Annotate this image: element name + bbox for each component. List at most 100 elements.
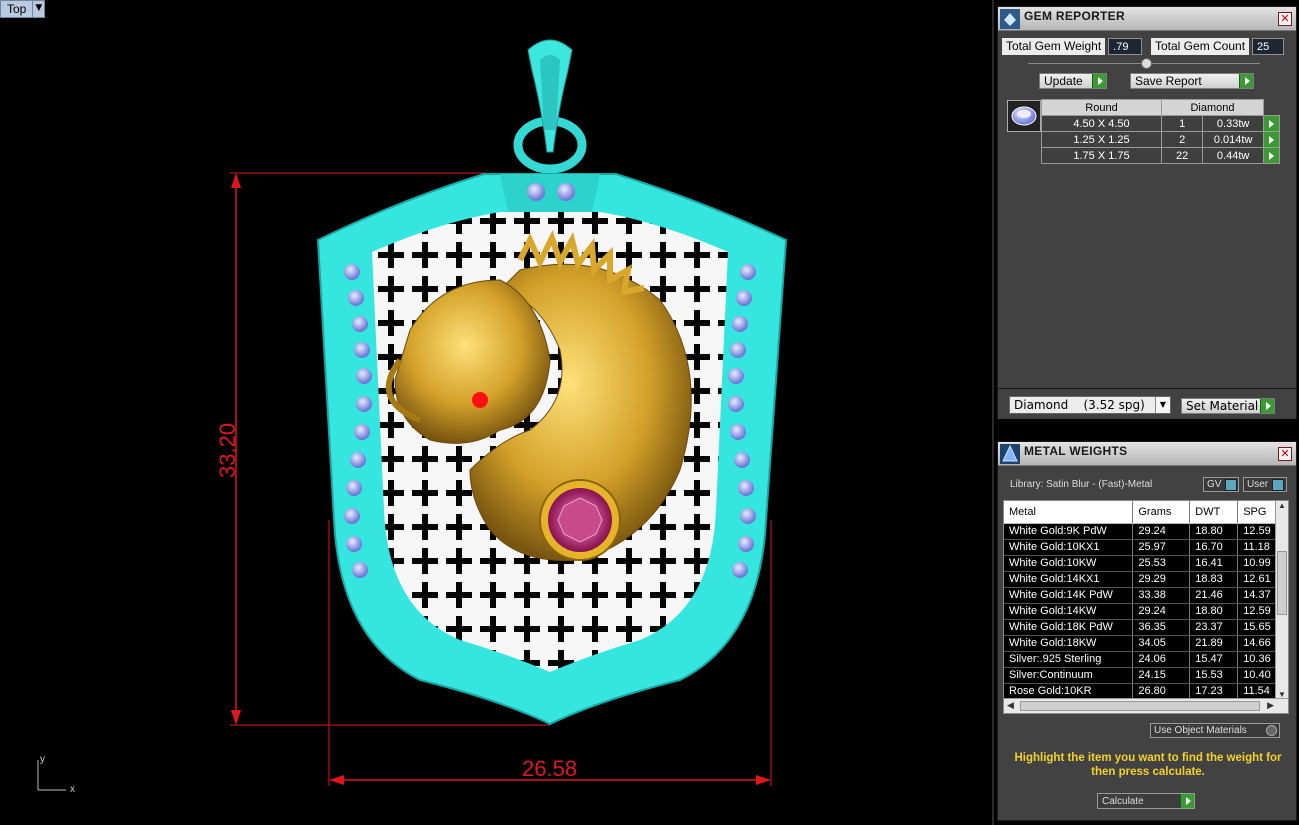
horizontal-scrollbar[interactable]: ◀ ▶ [1004, 698, 1288, 713]
metal-spg: 12.59 [1237, 603, 1276, 620]
metal-row[interactable]: White Gold:14KX1 29.29 18.83 12.61 [1004, 571, 1276, 588]
go-arrow-icon[interactable] [1263, 115, 1280, 132]
metal-list[interactable]: Metal Grams DWT SPG White Gold:9K PdW 29.… [1003, 500, 1289, 714]
metal-grams: 34.05 [1132, 635, 1191, 652]
go-arrow-icon[interactable] [1263, 131, 1280, 148]
gem-row[interactable]: 4.50 X 4.50 1 0.33tw [1041, 115, 1280, 132]
metal-weights-titlebar[interactable]: METAL WEIGHTS ✕ [998, 442, 1296, 466]
metal-grams: 24.06 [1132, 651, 1191, 668]
update-button-label: Update [1044, 74, 1083, 88]
metal-grams: 25.97 [1132, 539, 1191, 556]
save-report-button-label: Save Report [1135, 74, 1202, 88]
material-select-value: Diamond (3.52 spg) [1014, 398, 1145, 412]
col-grams[interactable]: Grams [1132, 501, 1191, 524]
metal-row[interactable]: Silver:Continuum 24.15 15.53 10.40 [1004, 667, 1276, 684]
metal-row[interactable]: White Gold:10KW 25.53 16.41 10.99 [1004, 555, 1276, 572]
scroll-left-icon[interactable]: ◀ [1007, 700, 1014, 711]
metal-weights-icon [1000, 443, 1020, 464]
col-spg[interactable]: SPG [1237, 501, 1276, 524]
metal-dwt: 18.80 [1189, 603, 1239, 620]
gem-reporter-icon [1000, 8, 1020, 29]
material-select[interactable]: Diamond (3.52 spg) ▼ [1009, 396, 1171, 414]
total-gem-weight-label: Total Gem Weight [1002, 38, 1106, 55]
metal-metal: White Gold:18K PdW [1004, 619, 1134, 636]
gem-reporter-panel: GEM REPORTER ✕ Total Gem Weight .79 Tota… [997, 6, 1297, 415]
metal-row[interactable]: White Gold:10KX1 25.97 16.70 11.18 [1004, 539, 1276, 556]
axis-indicator-icon: y x [37, 754, 75, 795]
metal-row[interactable]: White Gold:14K PdW 33.38 21.46 14.37 [1004, 587, 1276, 604]
col-metal[interactable]: Metal [1004, 501, 1134, 524]
metal-dwt: 15.53 [1189, 667, 1239, 684]
metal-grams: 29.24 [1132, 523, 1191, 540]
diamond-thumbnail-icon[interactable] [1007, 100, 1041, 132]
set-material-button[interactable]: Set Material [1181, 398, 1275, 414]
metal-row[interactable]: White Gold:18K PdW 36.35 23.37 15.65 [1004, 619, 1276, 636]
metal-row[interactable]: White Gold:14KW 29.24 18.80 12.59 [1004, 603, 1276, 620]
calculate-button[interactable]: Calculate [1097, 793, 1195, 809]
metal-row[interactable]: White Gold:18KW 34.05 21.89 14.66 [1004, 635, 1276, 652]
splitter-handle-icon[interactable] [1141, 58, 1152, 69]
metal-metal: White Gold:14KX1 [1004, 571, 1134, 588]
scroll-h-thumb[interactable] [1020, 701, 1260, 711]
total-gem-count-label: Total Gem Count [1151, 38, 1250, 55]
metal-row[interactable]: Rose Gold:10KR 26.80 17.23 11.54 [1004, 683, 1276, 700]
metal-weights-panel: METAL WEIGHTS ✕ Library: Satin Blur - (F… [997, 441, 1297, 821]
gem-reporter-titlebar[interactable]: GEM REPORTER ✕ [998, 7, 1296, 31]
close-icon[interactable]: ✕ [1278, 12, 1292, 26]
go-arrow-icon [1239, 74, 1253, 88]
viewport-menu-icon[interactable]: ▼ [33, 0, 46, 18]
save-report-button[interactable]: Save Report [1130, 73, 1254, 89]
gem-stone-header: Diamond [1161, 99, 1264, 116]
scroll-thumb[interactable] [1277, 551, 1287, 615]
gem-row[interactable]: 1.75 X 1.75 22 0.44tw [1041, 147, 1280, 164]
user-toggle[interactable]: User [1243, 477, 1287, 492]
metal-row[interactable]: White Gold:9K PdW 29.24 18.80 12.59 [1004, 523, 1276, 540]
metal-dwt: 17.23 [1189, 683, 1239, 700]
total-gem-count: Total Gem Count 25 [1151, 38, 1285, 55]
use-object-materials-toggle[interactable]: Use Object Materials [1150, 723, 1280, 738]
total-gem-count-value[interactable]: 25 [1252, 38, 1285, 55]
total-gem-weight-value[interactable]: .79 [1108, 38, 1143, 55]
metal-spg: 12.61 [1237, 571, 1276, 588]
scroll-up-icon[interactable]: ▲ [1276, 501, 1288, 510]
col-dwt[interactable]: DWT [1189, 501, 1239, 524]
radio-icon [1266, 725, 1277, 736]
dragon-eye [472, 392, 488, 408]
gv-toggle-label: GV [1207, 479, 1222, 490]
viewport-top[interactable]: 33.20 26.58 y x Top ▼ [0, 0, 994, 825]
gem-row[interactable]: 1.25 X 1.25 2 0.014tw [1041, 131, 1280, 148]
metal-metal: White Gold:10KX1 [1004, 539, 1134, 556]
gem-size: 1.25 X 1.25 [1041, 131, 1162, 148]
metal-grams: 36.35 [1132, 619, 1191, 636]
metal-dwt: 16.41 [1189, 555, 1239, 572]
gv-toggle[interactable]: GV [1203, 477, 1239, 492]
metal-grams: 25.53 [1132, 555, 1191, 572]
close-icon[interactable]: ✕ [1278, 447, 1292, 461]
viewport-name[interactable]: Top [0, 0, 34, 18]
go-arrow-icon[interactable] [1263, 147, 1280, 164]
toggle-knob-icon [1225, 478, 1238, 491]
calculate-button-label: Calculate [1102, 795, 1144, 807]
metal-spg: 14.66 [1237, 635, 1276, 652]
metal-spg: 11.18 [1237, 539, 1276, 556]
vertical-scrollbar[interactable]: ▲ ▼ [1275, 501, 1288, 699]
chevron-down-icon[interactable]: ▼ [1155, 397, 1170, 413]
pendant-bail [513, 39, 587, 174]
metal-grams: 26.80 [1132, 683, 1191, 700]
scroll-right-icon[interactable]: ▶ [1267, 700, 1274, 711]
metal-spg: 10.40 [1237, 667, 1276, 684]
gem-size: 1.75 X 1.75 [1041, 147, 1162, 164]
metal-metal: Silver:.925 Sterling [1004, 651, 1134, 668]
go-arrow-icon [1092, 74, 1106, 88]
metal-row[interactable]: Silver:.925 Sterling 24.06 15.47 10.36 [1004, 651, 1276, 668]
metal-spg: 10.36 [1237, 651, 1276, 668]
viewport-label[interactable]: Top ▼ [0, 0, 46, 18]
set-material-button-label: Set Material [1186, 399, 1259, 413]
calculate-hint: Highlight the item you want to find the … [1014, 752, 1282, 778]
metal-spg: 14.37 [1237, 587, 1276, 604]
model-scene[interactable]: 33.20 26.58 y x [0, 0, 994, 825]
update-button[interactable]: Update [1039, 73, 1107, 89]
metal-metal: White Gold:10KW [1004, 555, 1134, 572]
gem-weight: 0.014tw [1202, 131, 1264, 148]
metal-dwt: 15.47 [1189, 651, 1239, 668]
